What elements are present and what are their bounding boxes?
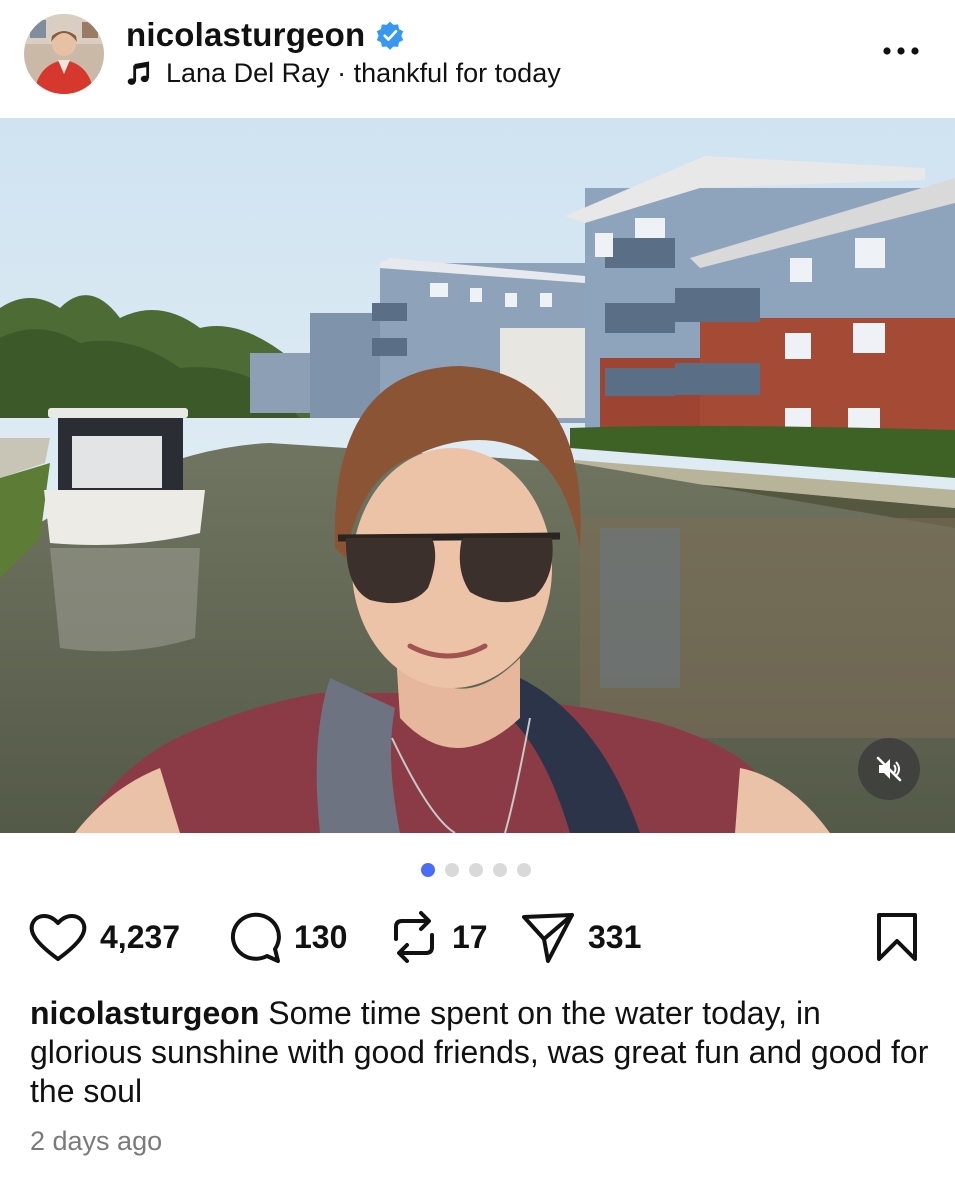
music-attribution[interactable]: Lana Del Ray · thankful for today: [126, 58, 561, 89]
post-photo[interactable]: [0, 118, 955, 833]
bookmark-icon: [877, 913, 917, 961]
comment-count: 130: [294, 918, 348, 955]
repost-button[interactable]: 17: [388, 905, 488, 969]
verified-badge-icon: [377, 21, 404, 50]
post-author[interactable]: nicolasturgeon: [126, 16, 405, 54]
music-note-icon: [127, 61, 150, 85]
caption-username[interactable]: nicolasturgeon: [30, 995, 259, 1031]
post-timestamp: 2 days ago: [30, 1126, 163, 1156]
carousel-dot: [445, 863, 459, 877]
selfie-canal-image: [0, 118, 955, 833]
repost-count: 17: [452, 918, 488, 955]
avatar[interactable]: [24, 14, 104, 94]
post-header: nicolasturgeon Lana Del Ray · thankful f…: [0, 0, 955, 118]
carousel-dot: [517, 863, 531, 877]
repost-icon: [394, 911, 434, 963]
carousel-dot: [469, 863, 483, 877]
carousel-dot-active: [421, 863, 435, 877]
comment-bubble-icon: [230, 912, 281, 963]
post-caption: nicolasturgeon Some time spent on the wa…: [30, 994, 930, 1111]
heart-icon: [29, 914, 87, 961]
send-paper-plane-icon: [522, 913, 574, 963]
carousel-indicator: [421, 863, 531, 877]
share-count: 331: [588, 918, 642, 955]
carousel-dot: [493, 863, 507, 877]
more-options-icon[interactable]: [881, 36, 921, 66]
like-count: 4,237: [100, 918, 181, 955]
speaker-muted-icon: [876, 756, 902, 782]
username-text[interactable]: nicolasturgeon: [126, 16, 365, 54]
save-button[interactable]: [875, 911, 919, 968]
post-action-bar: 4,237 130 17 331: [28, 905, 927, 969]
mute-toggle-button[interactable]: [858, 738, 920, 800]
share-button[interactable]: 331: [520, 905, 641, 969]
like-button[interactable]: 4,237: [28, 905, 180, 969]
comment-button[interactable]: 130: [226, 905, 347, 969]
music-label: Lana Del Ray · thankful for today: [166, 58, 561, 88]
